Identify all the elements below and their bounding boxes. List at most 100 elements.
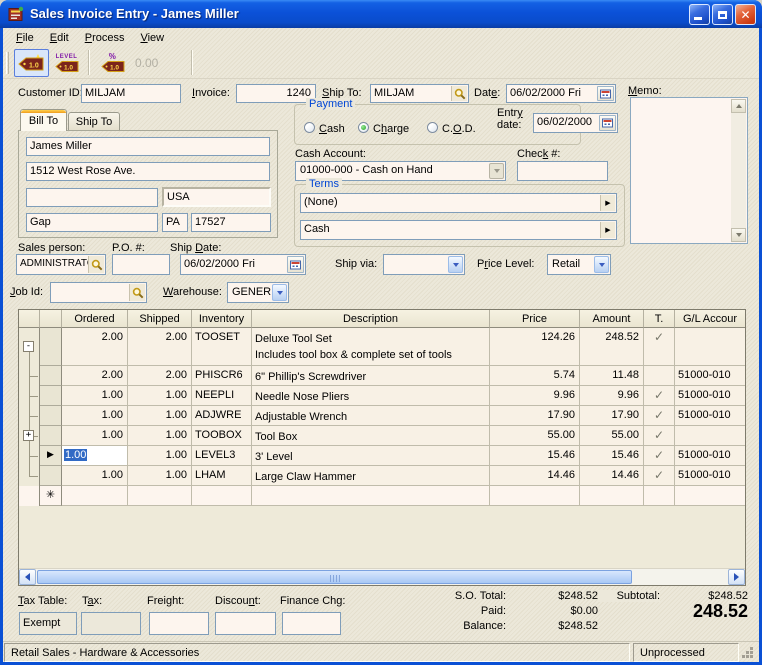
tax-field[interactable]	[81, 612, 141, 635]
cell-tax-check[interactable]	[644, 486, 675, 506]
bill-to-name-field[interactable]: James Miller	[26, 137, 270, 156]
cell-ordered[interactable]: 2.00	[62, 328, 128, 366]
magnifier-icon[interactable]	[129, 284, 145, 301]
cell-ordered[interactable]: 2.00	[62, 366, 128, 386]
cell-inventory[interactable]	[192, 486, 252, 506]
cell-tax-check[interactable]: ✓	[644, 406, 675, 426]
cell-description[interactable]: Large Claw Hammer	[252, 466, 490, 486]
cell-gl-account[interactable]	[675, 426, 745, 446]
minimize-button[interactable]	[689, 4, 710, 25]
cell-gl-account[interactable]	[675, 328, 745, 366]
table-row[interactable]: ▶ 1.00 1.00 LEVEL3 3' Level 15.46 15.46 …	[19, 446, 745, 466]
expand-icon[interactable]: +	[23, 430, 34, 441]
freight-field[interactable]	[149, 612, 209, 635]
collapse-icon[interactable]: -	[23, 341, 34, 352]
radio-cod-label[interactable]: C.O.D.	[442, 123, 476, 135]
cell-inventory[interactable]: LEVEL3	[192, 446, 252, 466]
table-row[interactable]: ✳	[19, 486, 745, 506]
cell-price[interactable]: 14.46	[490, 466, 580, 486]
row-indicator[interactable]	[40, 328, 62, 366]
ship-via-select[interactable]	[383, 254, 465, 275]
cell-price[interactable]	[490, 486, 580, 506]
cell-shipped[interactable]: 2.00	[128, 366, 192, 386]
row-indicator[interactable]	[40, 466, 62, 486]
maximize-button[interactable]	[712, 4, 733, 25]
tree-cell[interactable]	[19, 446, 40, 466]
check-number-field[interactable]	[517, 161, 608, 181]
cell-description[interactable]: Needle Nose Pliers	[252, 386, 490, 406]
scroll-left-icon[interactable]	[19, 569, 36, 585]
scrollbar-track[interactable]	[36, 569, 728, 585]
radio-charge[interactable]	[358, 122, 369, 133]
cell-price[interactable]: 15.46	[490, 446, 580, 466]
cell-tax-check[interactable]: ✓	[644, 426, 675, 446]
discount-percent-button[interactable]: % 1.0	[95, 49, 130, 77]
scroll-up-icon[interactable]	[731, 99, 746, 113]
cell-ordered[interactable]: 1.00	[62, 426, 128, 446]
customer-id-field[interactable]: MILJAM	[81, 84, 181, 103]
current-row-arrow-icon[interactable]: ▶	[40, 446, 62, 466]
tab-ship-to[interactable]: Ship To	[68, 112, 120, 131]
zip-field[interactable]: 17527	[191, 213, 271, 232]
bill-to-line3-field[interactable]	[26, 188, 158, 207]
title-bar[interactable]: Sales Invoice Entry - James Miller ✕	[0, 0, 762, 28]
table-row[interactable]: + 1.00 1.00 TOOBOX Tool Box 55.00 55.00 …	[19, 426, 745, 446]
horizontal-scrollbar[interactable]	[19, 568, 745, 585]
cell-amount[interactable]: 17.90	[580, 406, 644, 426]
grid-header-description[interactable]: Description	[252, 310, 490, 328]
cell-price[interactable]: 5.74	[490, 366, 580, 386]
cell-amount[interactable]: 14.46	[580, 466, 644, 486]
cell-gl-account[interactable]	[675, 486, 745, 506]
row-indicator[interactable]	[40, 366, 62, 386]
cell-shipped[interactable]: 1.00	[128, 406, 192, 426]
memo-scrollbar[interactable]	[731, 99, 746, 242]
calendar-icon[interactable]	[597, 86, 614, 101]
cell-inventory[interactable]: LHAM	[192, 466, 252, 486]
cell-shipped[interactable]	[128, 486, 192, 506]
grid-header-amount[interactable]: Amount	[580, 310, 644, 328]
tree-cell[interactable]: -	[19, 328, 40, 366]
terms-row-2[interactable]: Cash ▶	[300, 220, 617, 240]
discount-field[interactable]	[215, 612, 276, 635]
cell-description[interactable]: Adjustable Wrench	[252, 406, 490, 426]
radio-cod[interactable]	[427, 122, 438, 133]
menu-process[interactable]: Process	[77, 30, 133, 47]
magnifier-icon[interactable]	[88, 256, 104, 273]
chevron-down-icon[interactable]	[594, 256, 609, 273]
date-field[interactable]: 06/02/2000 Fri	[506, 84, 616, 103]
grid-header-ordered[interactable]: Ordered	[62, 310, 128, 328]
resize-grip[interactable]	[742, 655, 745, 658]
cell-gl-account[interactable]: 51000-010	[675, 366, 745, 386]
grid-header-shipped[interactable]: Shipped	[128, 310, 192, 328]
grid-header-tax[interactable]: T.	[644, 310, 675, 328]
chevron-down-icon[interactable]	[489, 163, 504, 179]
cell-shipped[interactable]: 1.00	[128, 386, 192, 406]
cell-price[interactable]: 124.26	[490, 328, 580, 366]
cell-shipped[interactable]: 1.00	[128, 466, 192, 486]
cell-description[interactable]: Tool Box	[252, 426, 490, 446]
entry-date-field[interactable]: 06/02/2000	[533, 113, 618, 133]
table-row[interactable]: 1.00 1.00 NEEPLI Needle Nose Pliers 9.96…	[19, 386, 745, 406]
cell-ordered[interactable]: 1.00	[62, 466, 128, 486]
finance-charge-field[interactable]	[282, 612, 341, 635]
table-row[interactable]: - 2.00 2.00 TOOSET Deluxe Tool Set Includ…	[19, 328, 745, 366]
row-indicator[interactable]	[40, 386, 62, 406]
calendar-icon[interactable]	[599, 115, 616, 131]
tree-cell[interactable]	[19, 466, 40, 486]
tree-cell[interactable]	[19, 406, 40, 426]
cell-description[interactable]: 3' Level	[252, 446, 490, 466]
calendar-icon[interactable]	[287, 256, 304, 273]
tree-cell[interactable]	[19, 486, 40, 506]
price-tag-button[interactable]: 1.0	[14, 49, 49, 77]
menu-view[interactable]: View	[132, 30, 172, 47]
ship-to-field[interactable]: MILJAM	[370, 84, 469, 103]
cell-amount[interactable]: 248.52	[580, 328, 644, 366]
cell-tax-check[interactable]: ✓	[644, 466, 675, 486]
cell-price[interactable]: 17.90	[490, 406, 580, 426]
state-field[interactable]: PA	[162, 213, 188, 232]
terms-row-1[interactable]: (None) ▶	[300, 193, 617, 213]
table-row[interactable]: 1.00 1.00 ADJWRE Adjustable Wrench 17.90…	[19, 406, 745, 426]
warehouse-select[interactable]: GENER	[227, 282, 289, 303]
table-row[interactable]: 1.00 1.00 LHAM Large Claw Hammer 14.46 1…	[19, 466, 745, 486]
tree-cell[interactable]	[19, 386, 40, 406]
